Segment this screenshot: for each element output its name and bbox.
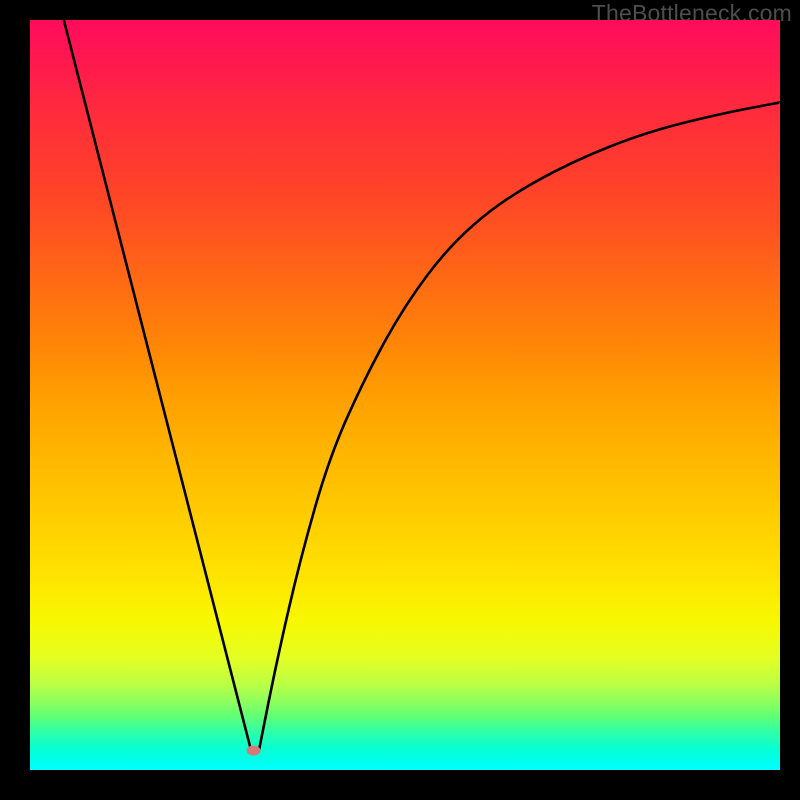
chart-frame: TheBottleneck.com [0,0,800,800]
min-point-marker [247,746,261,756]
plot-area [30,20,780,770]
bottleneck-curve-left [64,20,252,751]
curve-layer [30,20,780,770]
bottleneck-curve-right [259,102,780,751]
